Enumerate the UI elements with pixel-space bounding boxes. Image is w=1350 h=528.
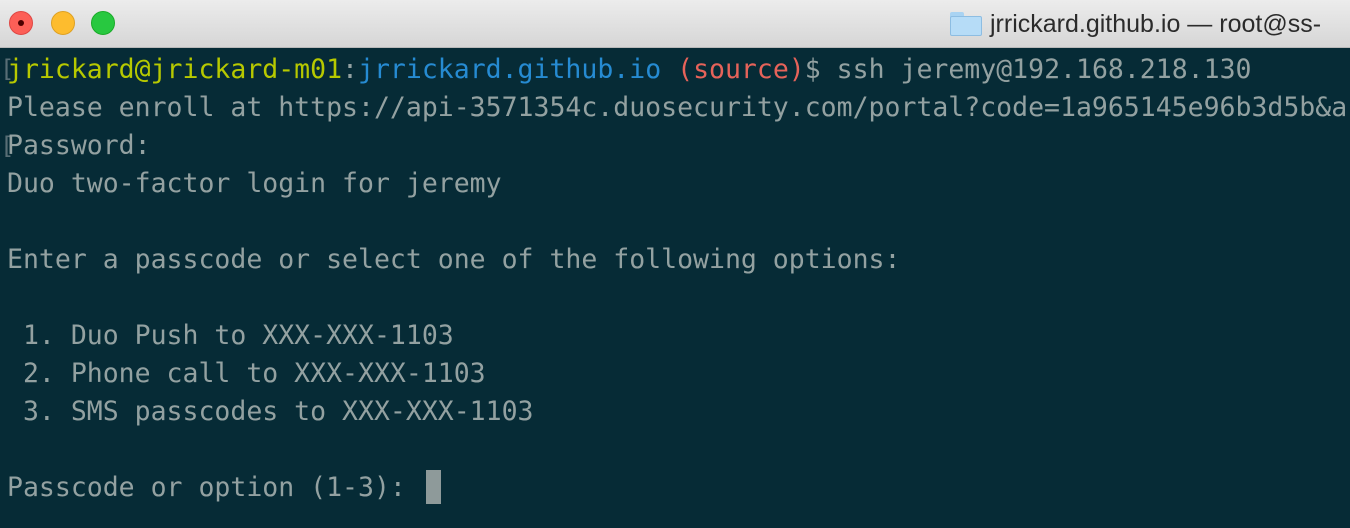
- prompt-symbol: $: [804, 54, 837, 85]
- password-line: Password:: [7, 130, 151, 161]
- terminal-window: jrrickard.github.io — root@ss- [ jrickar…: [0, 0, 1350, 528]
- prompt-command: ssh jeremy@192.168.218.130: [836, 54, 1252, 85]
- prompt-path: jrrickard.github.io: [358, 54, 662, 85]
- title-bar[interactable]: jrrickard.github.io — root@ss-: [0, 0, 1350, 48]
- maximize-window-button[interactable]: [91, 11, 115, 35]
- terminal-cursor[interactable]: [425, 469, 441, 504]
- prompt-separator: :: [342, 54, 359, 85]
- option-line: 2. Phone call to XXX-XXX-1103: [7, 358, 486, 389]
- option-line: 1. Duo Push to XXX-XXX-1103: [7, 320, 454, 351]
- passcode-input-line[interactable]: Passcode or option (1-3):: [7, 469, 441, 507]
- passcode-prompt: Passcode or option (1-3):: [7, 472, 422, 503]
- terminal-output[interactable]: [ jrickard@jrickard-m01:jrrickard.github…: [0, 48, 1350, 528]
- window-title: jrrickard.github.io — root@ss-: [950, 10, 1321, 38]
- enter-passcode-line: Enter a passcode or select one of the fo…: [7, 244, 901, 275]
- minimize-window-button[interactable]: [51, 11, 75, 35]
- prompt-user-host: jrickard@jrickard-m01: [7, 54, 343, 85]
- option-line: 3. SMS passcodes to XXX-XXX-1103: [7, 396, 534, 427]
- prompt-branch: (source): [661, 54, 805, 85]
- folder-icon: [950, 12, 982, 36]
- duo-login-line: Duo two-factor login for jeremy: [7, 168, 502, 199]
- enroll-line: Please enroll at https://api-3571354c.du…: [7, 92, 1348, 123]
- prompt-line: jrickard@jrickard-m01:jrrickard.github.i…: [7, 51, 1252, 89]
- close-window-button[interactable]: [9, 11, 33, 35]
- window-title-text: jrrickard.github.io — root@ss-: [990, 9, 1322, 38]
